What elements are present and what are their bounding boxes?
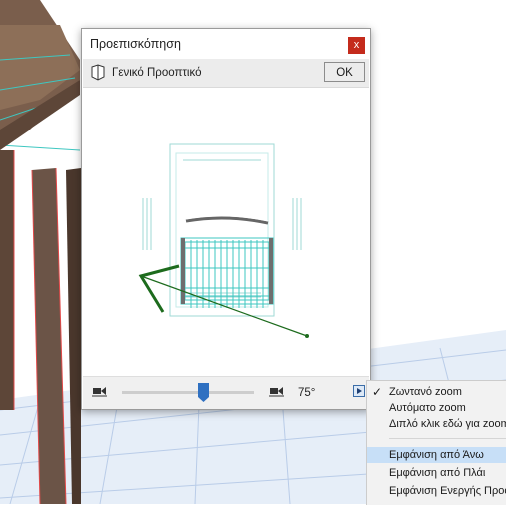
post-left: [181, 238, 185, 304]
dialog-title: Προεπισκόπηση: [90, 37, 181, 51]
plan-inner-border: [175, 152, 269, 308]
close-button[interactable]: x: [348, 37, 365, 54]
view-shield-icon: [91, 64, 105, 81]
view-bar: Γενικό Προοπτικό OK: [83, 59, 369, 88]
camera-target-line: [140, 275, 308, 337]
menu-item-auto-zoom[interactable]: Αυτόματο zoom: [367, 400, 506, 416]
view-angle-value: 75°: [298, 387, 316, 399]
menu-item-live-zoom[interactable]: ✓ Ζωντανό zoom: [367, 384, 506, 400]
preview-dialog: Προεπισκόπηση x Γενικό Προοπτικό OK 75°: [81, 28, 371, 410]
menu-item-show-from-top[interactable]: Εμφάνιση από Άνω: [367, 447, 506, 463]
menu-item-double-click-zoom[interactable]: Διπλό κλικ εδώ για zoom: [367, 416, 506, 432]
menu-item-show-from-side[interactable]: Εμφάνιση από Πλάι: [367, 465, 506, 481]
camera-target-point[interactable]: [305, 334, 309, 338]
camera-view-cone: [138, 264, 180, 313]
check-icon: ✓: [372, 385, 383, 399]
options-menu: ✓ Ζωντανό zoom Αυτόματο zoom Διπλό κλικ …: [366, 380, 506, 505]
camera-icon[interactable]: [92, 385, 107, 397]
triangle-right-icon: [357, 388, 362, 394]
zoom-bar: 75°: [83, 376, 369, 409]
menu-item-show-active-perspective[interactable]: Εμφάνιση Ενεργής Προοπτικής: [367, 483, 506, 499]
menu-separator: [389, 438, 506, 439]
camera-icon[interactable]: [269, 385, 284, 397]
plan-preview[interactable]: [83, 88, 369, 376]
camera-marker[interactable]: [138, 264, 309, 338]
dialog-titlebar[interactable]: Προεπισκόπηση x: [82, 29, 370, 59]
ok-button[interactable]: OK: [324, 62, 365, 82]
view-name: Γενικό Προοπτικό: [112, 67, 202, 79]
side-lines: [142, 159, 302, 298]
plan-border: [169, 143, 275, 317]
zoom-slider-track[interactable]: [122, 391, 254, 394]
post-right: [269, 238, 273, 304]
options-menu-button[interactable]: [353, 385, 365, 397]
zoom-slider-thumb[interactable]: [198, 383, 209, 402]
